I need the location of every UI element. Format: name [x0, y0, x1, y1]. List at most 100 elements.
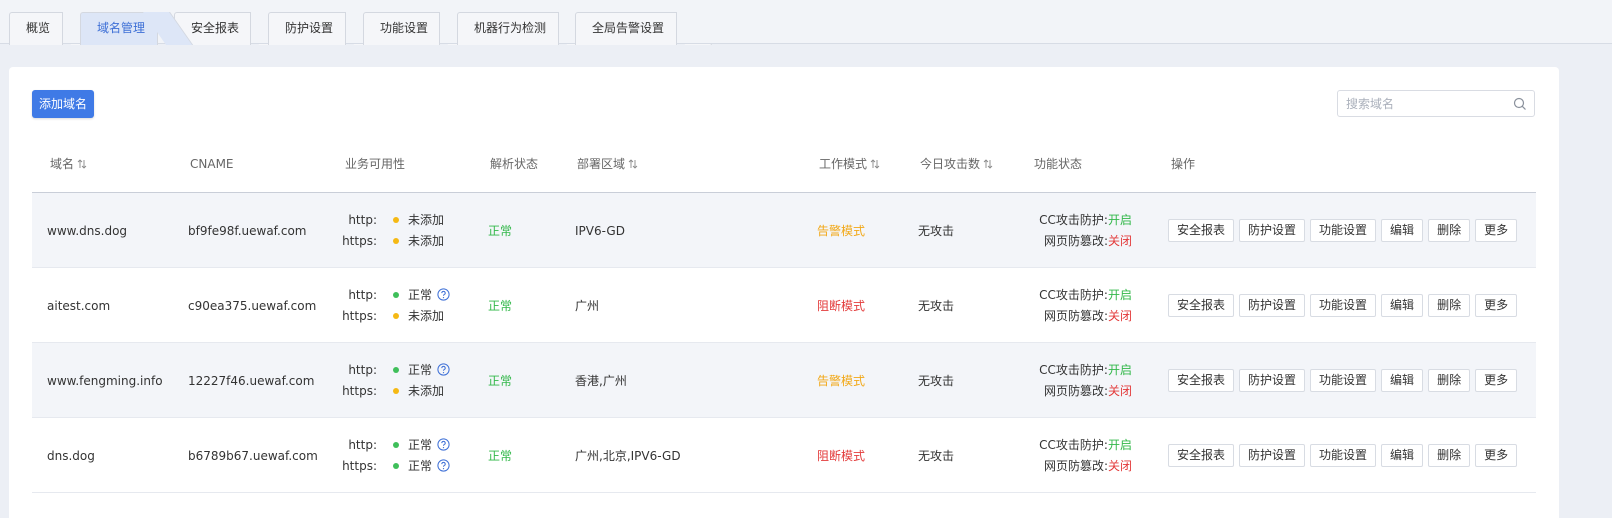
function-settings-button[interactable]: 功能设置: [1310, 444, 1377, 467]
help-icon[interactable]: [437, 438, 450, 451]
edit-button[interactable]: 编辑: [1381, 219, 1424, 242]
function-settings-button[interactable]: 功能设置: [1310, 369, 1377, 392]
https-label: https:: [342, 234, 377, 248]
https-status: https: 未添加: [337, 381, 450, 402]
https-status-dot: [393, 313, 399, 319]
edit-button[interactable]: 编辑: [1381, 369, 1424, 392]
tab-bot-detection[interactable]: 机器行为检测: [457, 12, 559, 45]
header-cname: CNAME: [190, 157, 234, 171]
help-icon[interactable]: [437, 459, 450, 472]
sort-icon[interactable]: [628, 159, 638, 169]
https-label: https:: [342, 309, 377, 323]
sort-icon[interactable]: [77, 159, 87, 169]
header-availability: 业务可用性: [345, 157, 406, 171]
cc-protection-status: CC攻击防护:开启: [1022, 210, 1132, 231]
tamper-protection-status: 网页防篡改:关闭: [1022, 456, 1132, 477]
function-status-cell: CC攻击防护:开启 网页防篡改:关闭: [1022, 435, 1132, 477]
cc-value: 开启: [1107, 363, 1132, 377]
header-resolve: 解析状态: [490, 157, 539, 171]
edit-button[interactable]: 编辑: [1381, 294, 1424, 317]
header-region[interactable]: 部署区域: [577, 144, 638, 192]
header-label: 部署区域: [577, 157, 626, 171]
tab-protection-settings[interactable]: 防护设置: [268, 12, 346, 45]
more-button[interactable]: 更多: [1475, 219, 1518, 242]
https-label: https:: [342, 459, 377, 473]
table-row: aitest.com c90ea375.uewaf.com http: 正常 ht…: [32, 268, 1536, 343]
sort-icon[interactable]: [983, 159, 993, 169]
function-status-cell: CC攻击防护:开启 网页防篡改:关闭: [1022, 210, 1132, 252]
sort-icon[interactable]: [870, 159, 880, 169]
more-button[interactable]: 更多: [1475, 369, 1518, 392]
region-cell: 香港,广州: [575, 374, 627, 388]
domain-cell[interactable]: www.fengming.info: [47, 343, 163, 418]
region-cell: 广州: [575, 299, 600, 313]
tamper-value: 关闭: [1107, 384, 1132, 398]
help-icon[interactable]: [437, 363, 450, 376]
cc-label: CC攻击防护:: [1039, 288, 1108, 302]
header-mode[interactable]: 工作模式: [819, 144, 880, 192]
mode-cell: 告警模式: [817, 224, 866, 238]
https-status: https: 未添加: [337, 231, 444, 252]
row-actions: 安全报表 防护设置 功能设置 编辑 删除 更多: [1168, 444, 1518, 467]
availability-cell: http: 正常 https: 未添加: [337, 360, 450, 402]
security-report-button[interactable]: 安全报表: [1168, 444, 1235, 467]
cname-cell: c90ea375.uewaf.com: [188, 298, 317, 313]
https-status-text: 未添加: [408, 384, 445, 398]
delete-button[interactable]: 删除: [1428, 444, 1471, 467]
row-actions: 安全报表 防护设置 功能设置 编辑 删除 更多: [1168, 369, 1518, 392]
header-domain[interactable]: 域名: [50, 144, 87, 192]
http-status-text: 正常: [408, 438, 433, 452]
cc-protection-status: CC攻击防护:开启: [1022, 435, 1132, 456]
tamper-protection-status: 网页防篡改:关闭: [1022, 231, 1132, 252]
security-report-button[interactable]: 安全报表: [1168, 369, 1235, 392]
more-button[interactable]: 更多: [1475, 294, 1518, 317]
cname-cell: 12227f46.uewaf.com: [188, 373, 315, 388]
availability-cell: http: 未添加 https: 未添加: [337, 210, 444, 252]
https-status-text: 未添加: [408, 234, 445, 248]
function-settings-button[interactable]: 功能设置: [1310, 219, 1377, 242]
edit-button[interactable]: 编辑: [1381, 444, 1424, 467]
http-label: http:: [348, 213, 377, 227]
delete-button[interactable]: 删除: [1428, 369, 1471, 392]
tab-function-settings[interactable]: 功能设置: [363, 12, 440, 45]
http-status: http: 正常: [337, 285, 450, 306]
header-attacks[interactable]: 今日攻击数: [920, 144, 993, 192]
delete-button[interactable]: 删除: [1428, 219, 1471, 242]
domain-cell[interactable]: dns.dog: [47, 418, 95, 493]
help-icon[interactable]: [437, 288, 450, 301]
attacks-cell: 无攻击: [918, 299, 955, 313]
search-icon[interactable]: [1513, 97, 1527, 111]
protection-settings-button[interactable]: 防护设置: [1239, 369, 1306, 392]
row-actions: 安全报表 防护设置 功能设置 编辑 删除 更多: [1168, 219, 1518, 242]
availability-cell: http: 正常 https: 未添加: [337, 285, 450, 327]
mode-cell: 阻断模式: [817, 449, 866, 463]
protection-settings-button[interactable]: 防护设置: [1239, 294, 1306, 317]
security-report-button[interactable]: 安全报表: [1168, 294, 1235, 317]
cc-value: 开启: [1107, 438, 1132, 452]
https-status-text: 未添加: [408, 309, 445, 323]
cc-label: CC攻击防护:: [1039, 213, 1108, 227]
search-input[interactable]: [1338, 91, 1508, 116]
tab-overview[interactable]: 概览: [9, 12, 63, 45]
domain-cell[interactable]: aitest.com: [47, 268, 110, 343]
cc-protection-status: CC攻击防护:开启: [1022, 285, 1132, 306]
security-report-button[interactable]: 安全报表: [1168, 219, 1235, 242]
region-cell: 广州,北京,IPV6-GD: [575, 449, 681, 463]
https-label: https:: [342, 384, 377, 398]
http-status-text: 未添加: [408, 213, 445, 227]
http-status-dot: [393, 292, 399, 298]
resolve-status: 正常: [488, 224, 513, 238]
function-settings-button[interactable]: 功能设置: [1310, 294, 1377, 317]
delete-button[interactable]: 删除: [1428, 294, 1471, 317]
https-status-dot: [393, 388, 399, 394]
protection-settings-button[interactable]: 防护设置: [1239, 219, 1306, 242]
header-label: 今日攻击数: [920, 157, 981, 171]
tab-domain-management[interactable]: 域名管理: [80, 12, 158, 45]
add-domain-button[interactable]: 添加域名: [32, 90, 94, 118]
protection-settings-button[interactable]: 防护设置: [1239, 444, 1306, 467]
table-header: 域名 CNAME 业务可用性 解析状态 部署区域 工作模式 今日攻击数 功能状态…: [32, 144, 1536, 193]
search-box: [1337, 90, 1535, 117]
domain-cell[interactable]: www.dns.dog: [47, 193, 127, 268]
more-button[interactable]: 更多: [1475, 444, 1518, 467]
tab-global-alert-settings[interactable]: 全局告警设置: [575, 12, 677, 45]
